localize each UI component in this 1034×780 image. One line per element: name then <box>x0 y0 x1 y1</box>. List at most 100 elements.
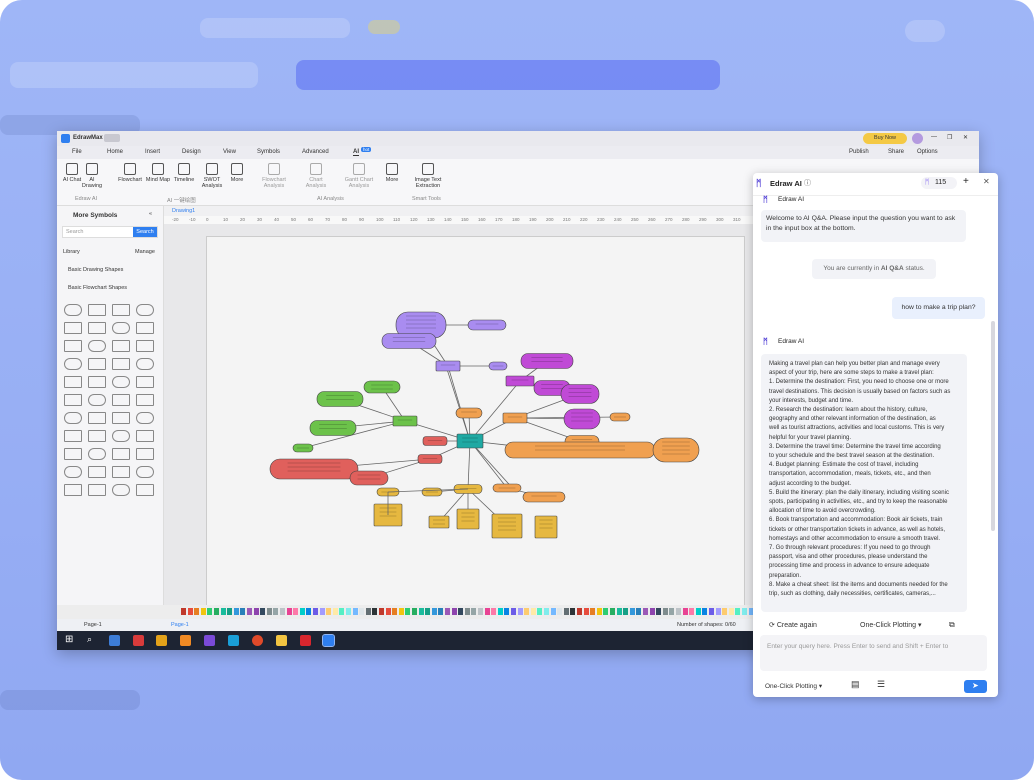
palette-swatch[interactable] <box>418 608 424 615</box>
flowchart-shape-icon[interactable] <box>112 412 130 424</box>
mind-map-node[interactable] <box>522 491 566 503</box>
palette-swatch[interactable] <box>643 608 648 615</box>
color-palette[interactable] <box>57 605 787 619</box>
flowchart-shape-icon[interactable] <box>112 322 130 334</box>
flowchart-shape-icon[interactable] <box>112 304 130 316</box>
flowchart-shape-icon[interactable] <box>136 376 154 388</box>
flowchart-shape-icon[interactable] <box>64 448 82 460</box>
taskbar-search-icon[interactable]: ⌕ <box>87 634 92 645</box>
palette-swatch[interactable] <box>293 608 299 615</box>
drawing-page[interactable] <box>206 236 745 608</box>
flowchart-shape-icon[interactable] <box>64 376 82 388</box>
mind-map-node[interactable] <box>563 408 601 430</box>
palette-swatch[interactable] <box>689 608 695 615</box>
minimize-icon[interactable]: — <box>931 134 937 140</box>
palette-swatch[interactable] <box>266 608 272 615</box>
flowchart-shape-icon[interactable] <box>64 430 82 442</box>
flowchart-shape-icon[interactable] <box>64 394 82 406</box>
palette-swatch[interactable] <box>319 608 325 615</box>
credits-badge[interactable]: ᛗ 115 <box>921 177 957 189</box>
chat-scrollbar[interactable] <box>991 321 995 531</box>
mind-map-node[interactable] <box>456 508 480 530</box>
mind-map-node[interactable] <box>435 360 461 372</box>
mind-map-node[interactable] <box>381 333 437 349</box>
palette-swatch[interactable] <box>636 608 642 615</box>
palette-swatch[interactable] <box>379 608 384 615</box>
mind-map-node[interactable] <box>363 380 401 394</box>
taskbar-app-icon[interactable] <box>204 635 215 646</box>
palette-swatch[interactable] <box>425 608 431 615</box>
flowchart-shape-icon[interactable] <box>112 484 130 496</box>
palette-swatch[interactable] <box>431 608 437 615</box>
flowchart-shape-icon[interactable] <box>112 448 130 460</box>
manage-button[interactable]: Manage <box>135 249 155 255</box>
send-button[interactable]: ➤ <box>964 680 987 693</box>
swot-analysis-button[interactable]: SWOT Analysis <box>199 163 225 189</box>
palette-swatch[interactable] <box>649 608 655 615</box>
flowchart-shape-icon[interactable] <box>88 430 106 442</box>
taskbar-app-icon[interactable] <box>109 635 120 646</box>
page-selector[interactable]: Page-1 <box>84 622 102 628</box>
palette-swatch[interactable] <box>412 608 417 615</box>
flowchart-shape-icon[interactable] <box>88 376 106 388</box>
palette-swatch[interactable] <box>544 608 549 615</box>
palette-swatch[interactable] <box>497 608 503 615</box>
flowchart-shape-icon[interactable] <box>88 466 106 478</box>
palette-swatch[interactable] <box>398 608 404 615</box>
flowchart-shape-icon[interactable] <box>112 358 130 370</box>
tab-home[interactable]: Home <box>107 149 123 155</box>
palette-swatch[interactable] <box>662 608 668 615</box>
palette-swatch[interactable] <box>504 608 510 615</box>
palette-swatch[interactable] <box>728 608 734 615</box>
symbol-search-input[interactable]: Search Search <box>62 226 158 238</box>
palette-swatch[interactable] <box>610 608 615 615</box>
flowchart-shape-icon[interactable] <box>112 430 130 442</box>
palette-swatch[interactable] <box>187 608 193 615</box>
palette-swatch[interactable] <box>299 608 305 615</box>
palette-swatch[interactable] <box>214 608 219 615</box>
palette-swatch[interactable] <box>702 608 708 615</box>
flowchart-shape-icon[interactable] <box>136 448 154 460</box>
palette-swatch[interactable] <box>405 608 411 615</box>
palette-swatch[interactable] <box>570 608 576 615</box>
more-ai-analysis-button[interactable]: More <box>379 163 405 183</box>
central-topic-node[interactable] <box>456 433 484 449</box>
flowchart-shape-icon[interactable] <box>136 412 154 424</box>
flowchart-shape-icon[interactable] <box>136 358 154 370</box>
one-click-plotting-dropdown[interactable]: One-Click Plotting ▾ <box>860 621 940 633</box>
timeline-button[interactable]: Timeline <box>171 163 197 183</box>
taskbar-app-icon[interactable] <box>228 635 239 646</box>
palette-swatch[interactable] <box>484 608 490 615</box>
palette-swatch[interactable] <box>392 608 398 615</box>
palette-swatch[interactable] <box>742 608 747 615</box>
flowchart-shape-icon[interactable] <box>88 412 106 424</box>
palette-swatch[interactable] <box>247 608 252 615</box>
palette-swatch[interactable] <box>194 608 200 615</box>
flowchart-shape-icon[interactable] <box>64 304 82 316</box>
library-section-basic-drawing[interactable]: Basic Drawing Shapes <box>68 267 123 273</box>
flowchart-shape-icon[interactable] <box>112 466 130 478</box>
palette-swatch[interactable] <box>346 608 351 615</box>
palette-swatch[interactable] <box>616 608 622 615</box>
image-upload-icon[interactable]: ▤ <box>851 679 860 690</box>
mind-map-node[interactable] <box>316 391 364 407</box>
palette-swatch[interactable] <box>524 608 530 615</box>
copy-icon[interactable]: ⧉ <box>949 620 955 630</box>
mind-map-node[interactable] <box>309 420 357 436</box>
palette-swatch[interactable] <box>563 608 569 615</box>
document-icon[interactable]: ☰ <box>877 679 885 690</box>
mind-map-node[interactable] <box>520 353 574 369</box>
flowchart-shape-icon[interactable] <box>88 448 106 460</box>
tab-file[interactable]: File <box>72 149 82 155</box>
mind-map-node[interactable] <box>455 407 483 419</box>
palette-swatch[interactable] <box>722 608 728 615</box>
palette-swatch[interactable] <box>372 608 378 615</box>
maximize-icon[interactable]: ❐ <box>947 134 952 141</box>
more-ai-drawing-button[interactable]: More <box>224 163 250 183</box>
palette-swatch[interactable] <box>181 608 186 615</box>
palette-swatch[interactable] <box>735 608 741 615</box>
palette-swatch[interactable] <box>596 608 602 615</box>
palette-swatch[interactable] <box>352 608 358 615</box>
palette-swatch[interactable] <box>530 608 536 615</box>
flowchart-shape-icon[interactable] <box>64 340 82 352</box>
